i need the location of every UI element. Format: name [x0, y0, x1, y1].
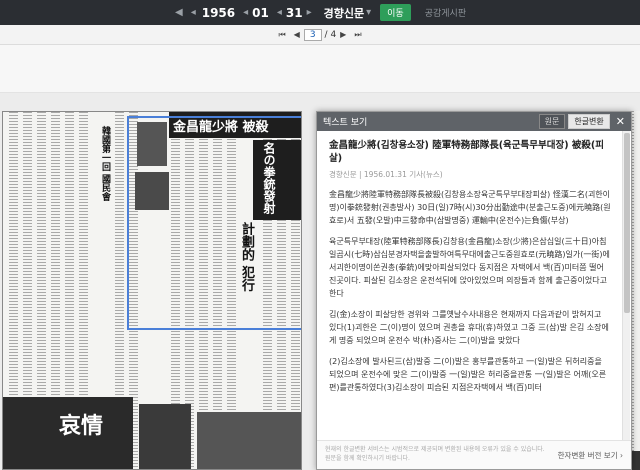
prev-date-icon[interactable]: ◀ [175, 7, 183, 18]
next-page-icon[interactable]: ▶ [340, 30, 346, 39]
newspaper-archive-viewer: ◀ ◂ 1956 ◂ 01 ◂ 31 ▸ 경향신문 ▾ 이동 공감게시판 ⏮ ◀… [0, 0, 640, 470]
current-page-input[interactable]: 3 [303, 28, 322, 41]
first-page-icon[interactable]: ⏮ [278, 30, 285, 40]
text-view-panel: 텍스트 보기 원문 한글변환 ✕ 金昌龍少將(김창용소장) 陸軍特務部隊長(육군… [316, 111, 632, 470]
page-navigation-bar: ⏮ ◀ 3 / 4 ▶ ⏭ [0, 25, 640, 45]
text-panel-title: 텍스트 보기 [323, 118, 368, 128]
close-icon[interactable]: ✕ [616, 115, 625, 128]
scrollbar-thumb[interactable] [624, 133, 630, 313]
article-paragraph: 김(金)소장이 피살당한 경위와 그를옛날수사내용은 현재까지 다음과같이 밝혀… [329, 310, 609, 345]
total-pages: / 4 [324, 29, 337, 40]
day-down-icon[interactable]: ◂ [277, 7, 282, 18]
month-down-icon[interactable]: ◂ [243, 7, 248, 18]
text-panel-footer: 현재의 한글변환 서비스는 시범적으로 제공되며 변환된 내용에 오류가 있을 … [317, 440, 631, 469]
month-value[interactable]: 01 [252, 6, 269, 20]
last-page-icon[interactable]: ⏭ [354, 30, 361, 40]
year-down-icon[interactable]: ◂ [191, 7, 196, 18]
advertisement-title: 哀情 [59, 413, 104, 439]
text-panel-header: 텍스트 보기 원문 한글변환 ✕ [317, 112, 631, 131]
toolbar-area [0, 45, 640, 93]
article-text-body[interactable]: 金昌龍少將(김창용소장) 陸軍特務部隊長(육군특무부대장) 被殺(피살) 경향신… [317, 131, 631, 440]
tab-original[interactable]: 원문 [538, 114, 566, 129]
day-value[interactable]: 31 [286, 6, 303, 20]
hanja-version-link[interactable]: 한자변환 버전 보기 › [558, 451, 623, 460]
article-paragraph: 육군특무부대장(陸軍特務部隊長)김창용(金昌龍)소장(少將)은삼십일(三十日)아… [329, 237, 610, 298]
text-panel-scrollbar[interactable] [622, 131, 630, 440]
headline-left: 韓國第一回 國民會 [99, 126, 112, 202]
tab-hangul-convert[interactable]: 한글변환 [568, 114, 610, 129]
article-paragraph: (2)김소장에 발사된三(삼)발중 二(이)발은 홍부를관통하고 一(일)발은 … [329, 357, 607, 392]
chevron-down-icon[interactable]: ▾ [366, 7, 371, 18]
publication-select[interactable]: 경향신문 [324, 5, 364, 21]
year-value[interactable]: 1956 [202, 6, 235, 20]
next-date-icon[interactable]: ▸ [307, 7, 312, 18]
footer-note: 현재의 한글변환 서비스는 시범적으로 제공되며 변환된 내용에 오류가 있을 … [325, 446, 545, 462]
article-title: 金昌龍少將(김창용소장) 陸軍特務部隊長(육군특무부대장) 被殺(피살) [329, 140, 604, 164]
newspaper-page-image[interactable]: 金昌龍少將 被殺 名の拳銃發射 韓國第一回 國民會 計劃的 犯行 哀情 [2, 111, 302, 470]
prev-page-icon[interactable]: ◀ [294, 30, 300, 39]
selected-article-highlight[interactable] [127, 116, 301, 330]
board-link[interactable]: 공감게시판 [425, 6, 466, 19]
move-button[interactable]: 이동 [380, 4, 411, 21]
date-navigation-bar: ◀ ◂ 1956 ◂ 01 ◂ 31 ▸ 경향신문 ▾ 이동 공감게시판 [0, 0, 640, 25]
article-meta: 경향신문 | 1956.01.31 기사(뉴스) [329, 170, 443, 179]
article-paragraph: 金昌龍少將陸軍特務部隊長被殺(김창용소장육군특무부대장피살) 怪漢二名(괴한이명… [329, 190, 611, 225]
